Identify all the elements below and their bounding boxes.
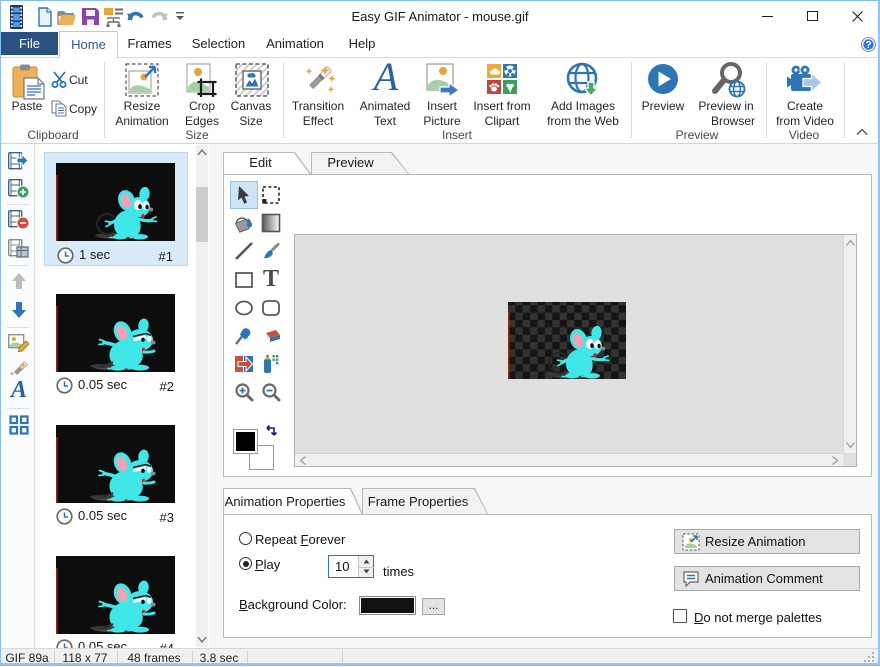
svg-text:?: ? <box>865 40 871 51</box>
